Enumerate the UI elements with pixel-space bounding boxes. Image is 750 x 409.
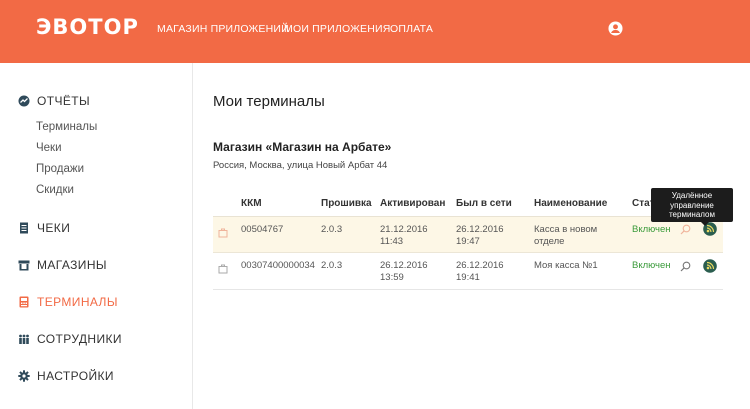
store-address: Россия, Москва, улица Новый Арбат 44 [213, 160, 388, 171]
firmware-cell: 2.0.3 [321, 224, 343, 235]
nav-my-apps[interactable]: МОИ ПРИЛОЖЕНИЯ [284, 23, 391, 35]
sidebar-item-label: НАСТРОЙКИ [37, 369, 114, 383]
sidebar-item-terminals[interactable]: ТЕРМИНАЛЫ [18, 295, 118, 309]
sidebar-subitem-discounts[interactable]: Скидки [36, 184, 74, 196]
top-header: ЭВОТОР МАГАЗИН ПРИЛОЖЕНИЙ МОИ ПРИЛОЖЕНИЯ… [0, 0, 750, 63]
nav-payment[interactable]: ОПЛАТА [390, 23, 433, 35]
online-time-cell: 19:47 [456, 236, 480, 247]
name-cell: Касса в новом [534, 224, 598, 235]
name-cell-line2: отделе [534, 236, 565, 247]
search-icon[interactable] [680, 261, 691, 272]
column-header-online: Был в сети [456, 198, 512, 209]
activated-date-cell: 26.12.2016 [380, 260, 428, 271]
sidebar-item-label: ТЕРМИНАЛЫ [37, 295, 118, 309]
search-icon[interactable] [680, 224, 691, 235]
user-icon[interactable] [608, 21, 623, 36]
sidebar-item-label: СОТРУДНИКИ [37, 332, 122, 346]
name-cell: Моя касса №1 [534, 260, 598, 271]
sidebar-item-stores[interactable]: МАГАЗИНЫ [18, 258, 107, 272]
box-icon [218, 264, 228, 274]
tooltip-line: управление [670, 200, 714, 210]
column-header-kkm: ККМ [241, 198, 262, 209]
tooltip-line: терминалом [668, 210, 715, 219]
remote-control-icon[interactable] [703, 259, 717, 273]
column-header-name: Наименование [534, 198, 608, 209]
sidebar-item-label: ЧЕКИ [37, 221, 71, 235]
column-header-firmware: Прошивка [321, 198, 372, 209]
online-time-cell: 19:41 [456, 272, 480, 283]
sidebar-subitem-terminals[interactable]: Терминалы [36, 121, 97, 133]
sidebar-item-reports[interactable]: ОТЧЁТЫ [18, 94, 90, 108]
tooltip-line: Удалённое [671, 191, 713, 200]
store-icon [18, 260, 30, 271]
sidebar-subitem-sales[interactable]: Продажи [36, 163, 84, 175]
table-row[interactable]: 00504767 2.0.3 21.12.2016 11:43 26.12.20… [213, 216, 723, 253]
box-icon [218, 228, 228, 238]
table-row[interactable]: 00307400000034 2.0.3 26.12.2016 13:59 26… [213, 253, 723, 290]
firmware-cell: 2.0.3 [321, 260, 343, 271]
activated-date-cell: 21.12.2016 [380, 224, 428, 235]
activated-time-cell: 13:59 [380, 272, 404, 283]
kkm-cell: 00504767 [241, 224, 284, 235]
store-name: Магазин «Магазин на Арбате» [213, 140, 392, 154]
remote-control-tooltip: Удалённое управление терминалом [651, 188, 733, 226]
gear-icon [18, 370, 30, 382]
sidebar-item-label: ОТЧЁТЫ [37, 94, 91, 108]
page-title: Мои терминалы [213, 93, 325, 110]
people-icon [19, 334, 29, 344]
logo[interactable]: ЭВОТОР [36, 15, 139, 39]
sidebar-subitem-receipts[interactable]: Чеки [36, 142, 62, 154]
column-header-activated: Активирован [380, 198, 446, 209]
terminal-icon [19, 296, 29, 308]
online-date-cell: 26.12.2016 [456, 260, 504, 271]
sidebar-item-receipts[interactable]: ЧЕКИ [18, 221, 70, 235]
chart-icon [18, 95, 30, 107]
status-cell: Включен [632, 260, 671, 271]
nav-app-store[interactable]: МАГАЗИН ПРИЛОЖЕНИЙ [157, 23, 289, 35]
activated-time-cell: 11:43 [380, 236, 404, 247]
kkm-cell: 00307400000034 [241, 260, 315, 271]
sidebar: ОТЧЁТЫ Терминалы Чеки Продажи Скидки ЧЕК… [0, 63, 193, 409]
online-date-cell: 26.12.2016 [456, 224, 504, 235]
sidebar-item-settings[interactable]: НАСТРОЙКИ [18, 369, 114, 383]
sidebar-item-label: МАГАЗИНЫ [37, 258, 107, 272]
sidebar-item-employees[interactable]: СОТРУДНИКИ [18, 332, 122, 346]
receipt-icon [20, 222, 28, 234]
status-cell: Включен [632, 224, 671, 235]
